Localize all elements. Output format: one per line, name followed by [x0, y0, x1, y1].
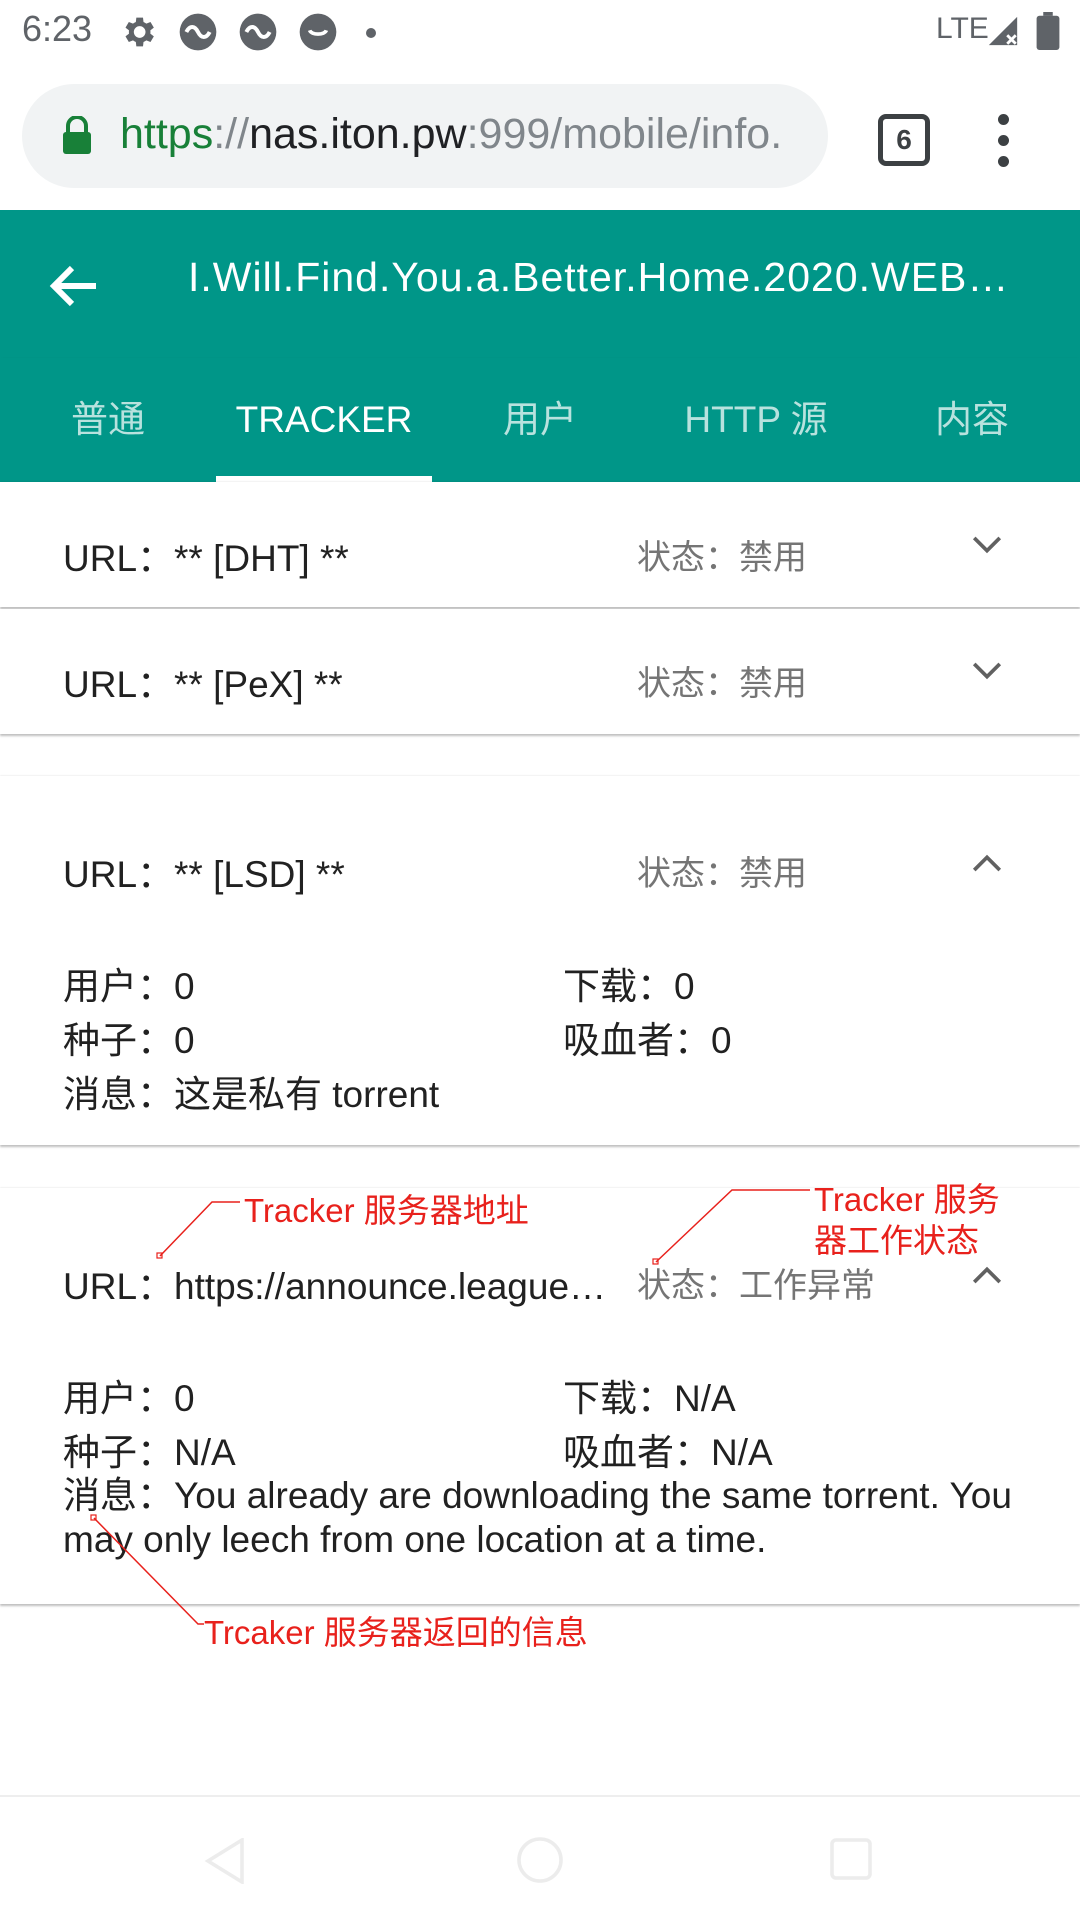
- downloads-value: 0: [674, 966, 695, 1007]
- url-label: URL：: [63, 664, 175, 705]
- tab-general[interactable]: 普通: [0, 358, 216, 482]
- leechers-label: 吸血者：: [563, 1020, 711, 1061]
- users-label: 用户：: [63, 966, 174, 1007]
- status-label: 状态：: [637, 538, 739, 578]
- tab-content[interactable]: 内容: [864, 358, 1080, 482]
- status-value: 禁用: [739, 538, 807, 578]
- app-notification-icon: [179, 13, 217, 51]
- downloads-label: 下载：: [563, 1378, 674, 1419]
- face-notification-icon: [299, 13, 337, 51]
- status-time: 6:23: [22, 8, 93, 49]
- more-notifications-dot: [366, 28, 376, 38]
- address-text[interactable]: https://nas.iton.pw:999/mobile/info.: [120, 110, 810, 159]
- seeds-count: 种子：N/A: [63, 1422, 236, 1476]
- message-label: 消息：: [63, 1475, 174, 1516]
- chevron-down-icon[interactable]: [970, 528, 1004, 562]
- url-value: https://announce.league…: [174, 1266, 607, 1307]
- signal-icon: [988, 16, 1018, 46]
- url-label: URL：: [63, 538, 175, 579]
- downloads-value: N/A: [674, 1378, 736, 1419]
- status-bar: [0, 0, 1080, 64]
- chevron-up-icon[interactable]: [970, 846, 1004, 880]
- message-label: 消息：: [63, 1074, 174, 1115]
- url-value: ** [PeX] **: [174, 664, 343, 705]
- url-value: ** [LSD] **: [174, 854, 345, 895]
- nav-back-icon[interactable]: [204, 1838, 246, 1884]
- users-value: 0: [174, 1378, 195, 1419]
- chevron-down-icon[interactable]: [970, 654, 1004, 688]
- tracker-message: 消息：You already are downloading the same …: [63, 1474, 1023, 1562]
- tracker-message: 消息：这是私有 torrent: [63, 1064, 439, 1118]
- seeds-value: N/A: [174, 1432, 236, 1473]
- leechers-value: N/A: [711, 1432, 773, 1473]
- annotation-status-line2: 器工作状态: [814, 1222, 979, 1259]
- network-type: LTE: [936, 12, 989, 45]
- users-label: 用户：: [63, 1378, 174, 1419]
- lock-icon: [63, 116, 91, 154]
- seeds-label: 种子：: [63, 1432, 174, 1473]
- downloads-count: 下载：N/A: [563, 1368, 736, 1422]
- url-host: nas.iton.pw: [249, 110, 467, 158]
- leechers-value: 0: [711, 1020, 732, 1061]
- nav-home-icon[interactable]: [516, 1836, 564, 1884]
- tracker-url: URL：** [PeX] **: [63, 654, 343, 708]
- url-path: :999/mobile/info.: [466, 110, 783, 158]
- tab-tracker[interactable]: TRACKER: [216, 358, 432, 482]
- users-count: 用户：0: [63, 956, 195, 1010]
- status-value: 禁用: [739, 854, 807, 894]
- back-arrow-icon[interactable]: [48, 262, 100, 310]
- downloads-label: 下载：: [563, 966, 674, 1007]
- tab-http-sources[interactable]: HTTP 源: [648, 358, 864, 482]
- settings-icon: [125, 17, 154, 47]
- annotation-message: Trcaker 服务器返回的信息: [204, 1614, 588, 1651]
- annotation-address: Tracker 服务器地址: [244, 1192, 529, 1229]
- url-value: ** [DHT] **: [174, 538, 349, 579]
- status-label: 状态：: [637, 1266, 739, 1306]
- status-label: 状态：: [637, 854, 739, 894]
- tab-peers[interactable]: 用户: [432, 358, 648, 482]
- url-separator: ://: [213, 110, 250, 158]
- seeds-value: 0: [174, 1020, 195, 1061]
- leechers-count: 吸血者：0: [563, 1010, 732, 1064]
- leechers-label: 吸血者：: [563, 1432, 711, 1473]
- users-value: 0: [174, 966, 195, 1007]
- tracker-status: 状态：工作异常: [637, 1258, 875, 1307]
- chevron-up-icon[interactable]: [970, 1258, 1004, 1292]
- downloads-count: 下载：0: [563, 956, 695, 1010]
- url-label: URL：: [63, 854, 175, 895]
- users-count: 用户：0: [63, 1368, 195, 1422]
- tracker-status: 状态：禁用: [637, 530, 807, 579]
- tracker-status: 状态：禁用: [637, 846, 807, 895]
- status-label: 状态：: [637, 664, 739, 704]
- status-value: 工作异常: [739, 1266, 875, 1306]
- tab-switcher-button[interactable]: 6: [878, 114, 930, 166]
- app-notification-icon-2: [239, 13, 277, 51]
- leechers-count: 吸血者：N/A: [563, 1422, 773, 1476]
- nav-recents-icon[interactable]: [830, 1838, 872, 1880]
- status-value: 禁用: [739, 664, 807, 704]
- message-value: You already are downloading the same tor…: [63, 1475, 1012, 1560]
- seeds-label: 种子：: [63, 1020, 174, 1061]
- seeds-count: 种子：0: [63, 1010, 195, 1064]
- tracker-url: URL：** [LSD] **: [63, 844, 345, 898]
- url-label: URL：: [63, 1266, 175, 1307]
- url-scheme: https: [120, 110, 214, 158]
- tracker-status: 状态：禁用: [637, 656, 807, 705]
- tracker-url: URL：** [DHT] **: [63, 528, 349, 582]
- tracker-url: URL：https://announce.league…: [63, 1256, 611, 1310]
- page-title: I.Will.Find.You.a.Better.Home.2020.WEB…: [188, 254, 1010, 300]
- message-value: 这是私有 torrent: [174, 1074, 440, 1115]
- battery-icon: [1036, 12, 1060, 50]
- browser-menu-button[interactable]: [996, 114, 1010, 177]
